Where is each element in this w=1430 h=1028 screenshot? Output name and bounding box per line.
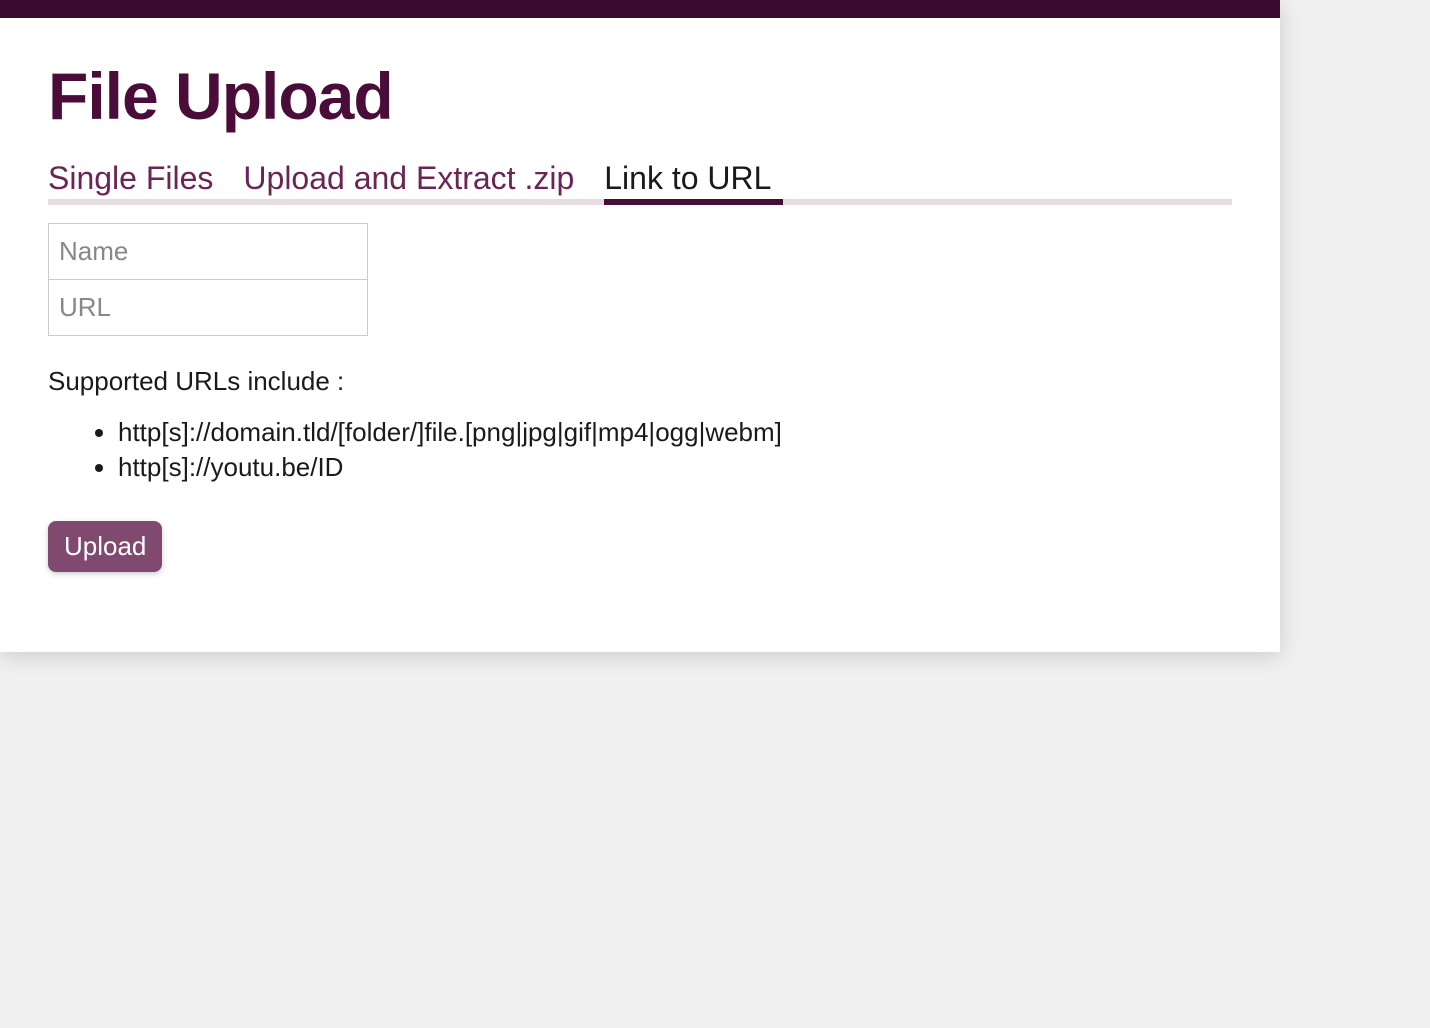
list-item: http[s]://youtu.be/ID bbox=[118, 450, 1232, 485]
window-top-bar bbox=[0, 0, 1280, 18]
form-fields bbox=[48, 223, 368, 336]
name-input[interactable] bbox=[49, 224, 367, 280]
tab-single-files[interactable]: Single Files bbox=[48, 160, 225, 205]
page-title: File Upload bbox=[48, 58, 1232, 134]
list-item: http[s]://domain.tld/[folder/]file.[png|… bbox=[118, 415, 1232, 450]
upload-button[interactable]: Upload bbox=[48, 521, 162, 572]
tab-upload-extract-zip[interactable]: Upload and Extract .zip bbox=[243, 160, 586, 205]
supported-urls-list: http[s]://domain.tld/[folder/]file.[png|… bbox=[48, 415, 1232, 485]
tab-link-to-url[interactable]: Link to URL bbox=[604, 160, 783, 205]
upload-dialog: File Upload Single Files Upload and Extr… bbox=[0, 0, 1280, 652]
supported-urls-label: Supported URLs include : bbox=[48, 366, 1232, 397]
tab-bar: Single Files Upload and Extract .zip Lin… bbox=[48, 154, 1232, 205]
url-input[interactable] bbox=[49, 280, 367, 335]
content-area: File Upload Single Files Upload and Extr… bbox=[0, 18, 1280, 652]
